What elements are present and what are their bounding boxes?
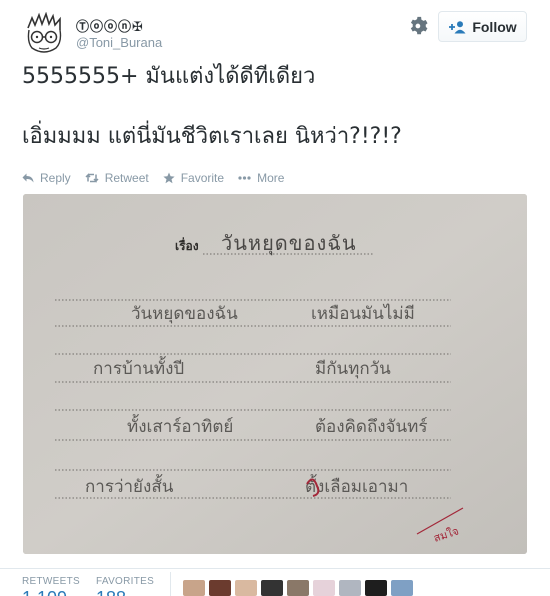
row-3-right: ต้องคิดถึงจันทร์ [315, 417, 427, 437]
retweet-action[interactable]: Retweet [85, 171, 149, 185]
favorite-action[interactable]: Favorite [163, 171, 224, 185]
tweet-line-1: 5555555+ มันแต่งได้ดีทีเดียว [22, 64, 316, 89]
tweet-actions: Reply Retweet Favorite More [22, 170, 298, 186]
favoriter-avatar[interactable] [287, 580, 309, 596]
retweet-icon [85, 173, 99, 183]
stats-divider [170, 572, 171, 596]
follow-button[interactable]: Follow [438, 11, 527, 42]
favoriter-avatar[interactable] [391, 580, 413, 596]
row-3-left: ทั้งเสาร์อาทิตย์ [127, 414, 233, 437]
retweets-count: 1,109 [22, 588, 80, 596]
retweet-label: Retweet [104, 171, 149, 185]
notebook-page: เรื่อง วันหยุดของฉัน วันหยุดของฉัน เหมือ… [23, 194, 527, 554]
avatar[interactable] [22, 12, 66, 56]
tweet-text: 5555555+ มันแต่งได้ดีทีเดียว เอิ่มมมม แต… [22, 64, 532, 150]
reply-label: Reply [40, 171, 71, 185]
favoriter-avatar[interactable] [235, 580, 257, 596]
favoriter-avatar[interactable] [183, 580, 205, 596]
favoriter-avatars [183, 580, 413, 596]
row-2-right: มีกันทุกวัน [315, 359, 391, 379]
tweet-photo[interactable]: เรื่อง วันหยุดของฉัน วันหยุดของฉัน เหมือ… [23, 194, 527, 554]
tweet-header: Ⓣⓞⓞⓝ✠ @Toni_Burana Follow [0, 0, 550, 62]
more-dots-icon [238, 176, 251, 180]
retweets-label: RETWEETS [22, 576, 80, 587]
display-name[interactable]: Ⓣⓞⓞⓝ✠ [76, 16, 144, 35]
row-2-left: การบ้านทั้งปี [93, 356, 184, 379]
row-4-left: การว่ายังสั้น [85, 474, 174, 497]
gear-icon[interactable] [408, 15, 430, 37]
essay-title: วันหยุดของฉัน [221, 231, 357, 256]
favoriter-avatar[interactable] [313, 580, 335, 596]
row-1-right: เหมือนมันไม่มี [311, 303, 415, 324]
more-label: More [257, 171, 285, 185]
row-4-right: ตั้งเลือมเอามา [305, 474, 408, 497]
user-handle[interactable]: @Toni_Burana [76, 35, 162, 50]
retweets-stat[interactable]: RETWEETS 1,109 [22, 576, 80, 596]
favoriter-avatar[interactable] [261, 580, 283, 596]
favorites-count: 188 [96, 588, 154, 596]
heading-label: เรื่อง [175, 237, 199, 253]
reply-action[interactable]: Reply [22, 171, 71, 185]
reply-icon [22, 173, 34, 183]
favoriter-avatar[interactable] [339, 580, 361, 596]
row-1-left: วันหยุดของฉัน [131, 304, 238, 324]
favorite-label: Favorite [180, 171, 225, 185]
star-icon [163, 172, 175, 184]
favorites-stat[interactable]: FAVORITES 188 [96, 576, 154, 596]
favorites-label: FAVORITES [96, 576, 155, 587]
follow-label: Follow [472, 18, 517, 35]
tweet-line-2: เอิ่มมมม แต่นี่มันชีวิตเราเลย นิหว่า?!?!… [22, 124, 402, 149]
favoriter-avatar[interactable] [209, 580, 231, 596]
add-user-icon [449, 20, 466, 33]
favoriter-avatar[interactable] [365, 580, 387, 596]
more-action[interactable]: More [238, 171, 284, 185]
